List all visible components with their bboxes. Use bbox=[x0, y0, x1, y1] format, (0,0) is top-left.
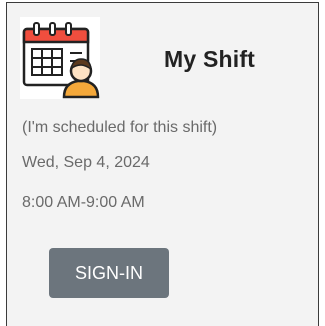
schedule-note: (I'm scheduled for this shift) bbox=[22, 119, 218, 136]
shift-card: My Shift (I'm scheduled for this shift) … bbox=[6, 2, 319, 326]
calendar-person-icon bbox=[20, 17, 100, 99]
shift-date: Wed, Sep 4, 2024 bbox=[22, 154, 150, 171]
card-title: My Shift bbox=[164, 46, 256, 72]
shift-time: 8:00 AM-9:00 AM bbox=[22, 194, 145, 211]
sign-in-button[interactable]: SIGN-IN bbox=[49, 248, 169, 298]
